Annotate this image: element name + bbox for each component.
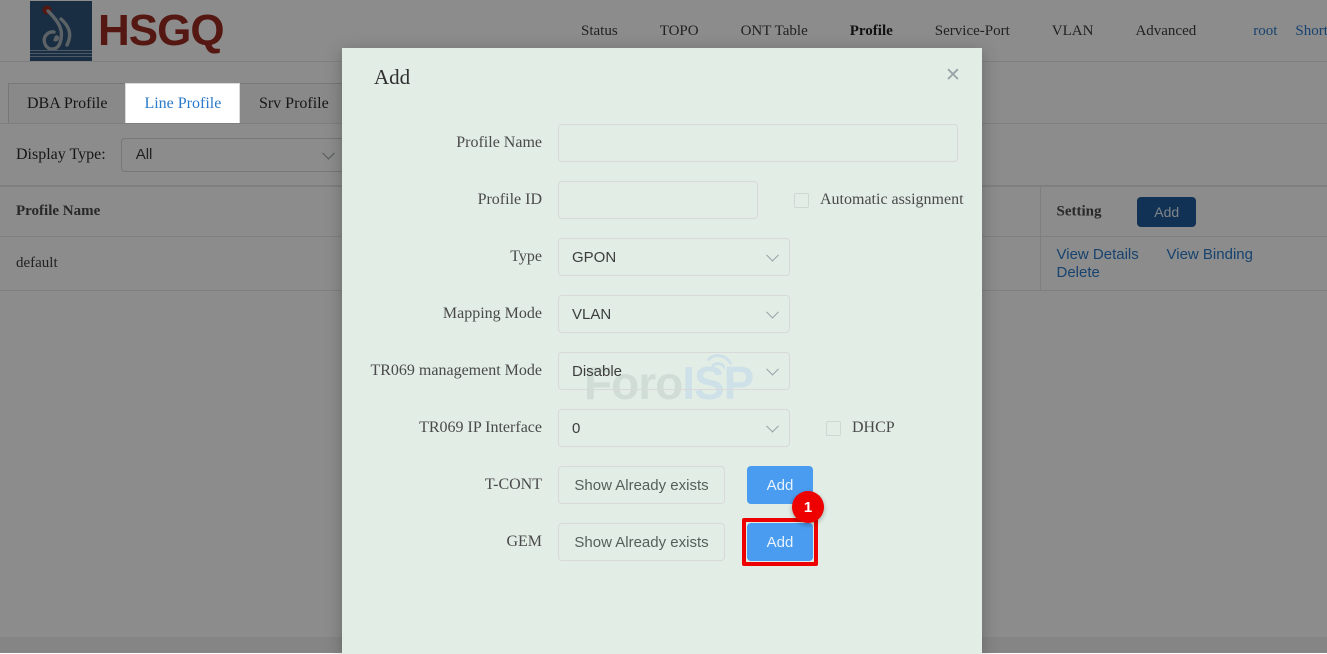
checkbox-box-icon	[826, 421, 841, 436]
field-row-tr069-management-mode: TR069 management Mode Disable	[342, 352, 982, 390]
mapping-mode-select[interactable]: VLAN	[558, 295, 790, 333]
dialog-body: ForoISP Profile Name Profile ID Automati…	[342, 106, 982, 561]
chevron-down-icon	[766, 363, 779, 376]
chevron-down-icon	[766, 306, 779, 319]
dhcp-label: DHCP	[852, 419, 895, 437]
gem-add-button[interactable]: Add	[747, 523, 813, 561]
label-profile-name: Profile Name	[342, 134, 558, 152]
dhcp-checkbox[interactable]: DHCP	[826, 419, 895, 437]
tr069-management-mode-value: Disable	[572, 363, 622, 380]
dialog-title: Add	[374, 65, 410, 90]
label-gem: GEM	[342, 533, 558, 551]
field-row-tcont: T-CONT Show Already exists Add	[342, 466, 982, 504]
automatic-assignment-checkbox[interactable]: Automatic assignment	[794, 191, 964, 209]
step-badge: 1	[792, 491, 824, 523]
profile-id-input[interactable]	[558, 181, 758, 219]
label-mapping-mode: Mapping Mode	[342, 305, 558, 323]
field-row-tr069-ip-interface: TR069 IP Interface 0 DHCP	[342, 409, 982, 447]
field-row-profile-name: Profile Name	[342, 124, 982, 162]
mapping-mode-value: VLAN	[572, 306, 611, 323]
field-row-type: Type GPON	[342, 238, 982, 276]
chevron-down-icon	[766, 249, 779, 262]
label-type: Type	[342, 248, 558, 266]
label-tr069-ip-interface: TR069 IP Interface	[342, 419, 558, 437]
chevron-down-icon	[766, 420, 779, 433]
tcont-show-existing-button[interactable]: Show Already exists	[558, 466, 725, 504]
field-row-mapping-mode: Mapping Mode VLAN	[342, 295, 982, 333]
tr069-ip-interface-select[interactable]: 0	[558, 409, 790, 447]
tr069-ip-interface-value: 0	[572, 420, 580, 437]
gem-show-existing-button[interactable]: Show Already exists	[558, 523, 725, 561]
label-profile-id: Profile ID	[342, 191, 558, 209]
label-tcont: T-CONT	[342, 476, 558, 494]
tr069-management-mode-select[interactable]: Disable	[558, 352, 790, 390]
checkbox-box-icon	[794, 193, 809, 208]
label-tr069-management-mode: TR069 management Mode	[342, 362, 558, 380]
dialog-header: Add ✕	[342, 48, 982, 106]
type-select[interactable]: GPON	[558, 238, 790, 276]
close-icon[interactable]: ✕	[942, 66, 964, 88]
add-line-profile-dialog: Add ✕ ForoISP Profile Name Profile ID Au…	[342, 48, 982, 654]
tab-line-profile[interactable]: Line Profile	[125, 83, 240, 123]
field-row-gem: GEM Show Already exists Add 1	[342, 523, 982, 561]
profile-name-input[interactable]	[558, 124, 958, 162]
type-value: GPON	[572, 249, 616, 266]
gem-add-highlight-wrap: Add 1	[747, 523, 813, 561]
automatic-assignment-label: Automatic assignment	[820, 191, 964, 209]
field-row-profile-id: Profile ID Automatic assignment	[342, 181, 982, 219]
